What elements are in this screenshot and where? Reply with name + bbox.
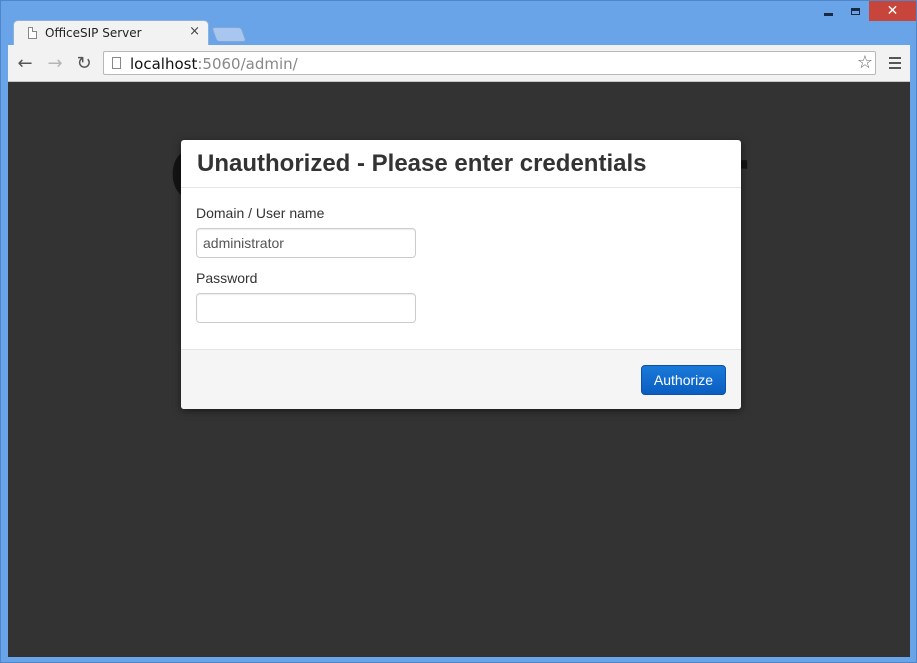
dialog-footer: Authorize — [181, 349, 741, 409]
address-url: localhost:5060/admin/ — [130, 55, 298, 73]
browser-window: OfficeSIP Server × ✕ ← → ↻ localhost:506… — [0, 0, 917, 663]
tab-title: OfficeSIP Server — [45, 26, 142, 40]
reload-button[interactable]: ↻ — [73, 52, 95, 74]
close-icon: ✕ — [886, 3, 899, 19]
browser-tab[interactable]: OfficeSIP Server × — [13, 20, 209, 46]
tab-close-icon[interactable]: × — [189, 24, 200, 39]
username-label: Domain / User name — [196, 205, 325, 221]
browser-toolbar: ← → ↻ localhost:5060/admin/ ☆ — [8, 45, 910, 82]
page-viewport: OfficeSIP Server Unauthorized - Please e… — [8, 82, 910, 657]
bookmark-star-icon[interactable]: ☆ — [857, 52, 873, 73]
login-dialog: Unauthorized - Please enter credentials … — [181, 140, 741, 409]
back-arrow-icon: ← — [17, 52, 33, 74]
minimize-icon — [824, 12, 833, 16]
close-window-button[interactable]: ✕ — [869, 1, 916, 21]
minimize-button[interactable] — [815, 1, 842, 21]
browser-menu-icon[interactable] — [889, 57, 901, 69]
reload-icon: ↻ — [76, 52, 92, 74]
authorize-button[interactable]: Authorize — [641, 365, 726, 395]
dialog-header: Unauthorized - Please enter credentials — [181, 140, 741, 188]
maximize-button[interactable] — [842, 1, 869, 21]
maximize-icon — [851, 7, 860, 15]
page-icon — [28, 27, 37, 39]
dialog-body: Domain / User name Password — [181, 188, 741, 349]
address-host: localhost — [130, 55, 198, 73]
username-input[interactable] — [196, 228, 416, 258]
page-icon — [112, 57, 121, 69]
new-tab-button[interactable] — [211, 27, 247, 42]
password-label: Password — [196, 270, 258, 286]
address-path: :5060/admin/ — [197, 55, 298, 73]
address-bar[interactable]: localhost:5060/admin/ ☆ — [103, 51, 876, 75]
back-button[interactable]: ← — [14, 52, 36, 74]
password-input[interactable] — [196, 293, 416, 323]
dialog-title: Unauthorized - Please enter credentials — [197, 150, 647, 177]
forward-arrow-icon: → — [47, 52, 63, 74]
forward-button[interactable]: → — [44, 52, 66, 74]
window-controls: ✕ — [815, 1, 916, 21]
